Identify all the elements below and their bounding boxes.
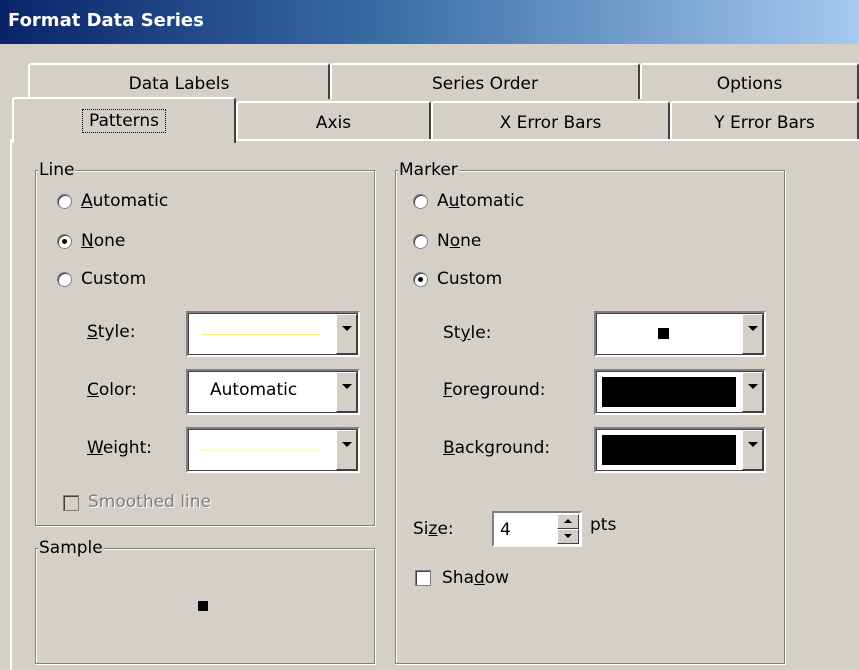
window-title: Format Data Series: [8, 10, 204, 31]
smoothed-line-checkbox[interactable]: [63, 495, 79, 511]
radio-circle: [413, 271, 428, 287]
tab-data-labels[interactable]: Data Labels: [28, 63, 330, 99]
radio-circle: [57, 193, 72, 209]
line-weight-label: Weight:: [87, 438, 152, 458]
size-unit-label: pts: [590, 515, 617, 535]
dropdown-arrow-icon[interactable]: [336, 372, 357, 412]
radio-label: None: [81, 231, 126, 251]
dropdown-arrow-icon[interactable]: [742, 372, 763, 412]
tab-label: Axis: [315, 113, 352, 133]
sample-marker: [198, 601, 208, 611]
marker-style-label: Style:: [443, 323, 492, 343]
background-dropdown[interactable]: [594, 427, 766, 473]
shadow-label: Shadow: [442, 568, 510, 588]
line-color-dropdown[interactable]: Automatic: [186, 369, 360, 415]
dropdown-arrow-icon[interactable]: [742, 430, 763, 470]
line-weight-dropdown[interactable]: [186, 427, 360, 473]
tab-label: Series Order: [432, 74, 538, 94]
line-style-label: Style:: [87, 322, 136, 342]
line-automatic-radio[interactable]: Automatic: [57, 190, 168, 212]
radio-circle: [57, 271, 72, 287]
foreground-dropdown[interactable]: [594, 369, 766, 415]
radio-label: Custom: [437, 269, 503, 289]
line-color-label: Color:: [87, 380, 137, 400]
line-group-legend: Line: [38, 160, 76, 180]
tab-label: X Error Bars: [499, 113, 602, 133]
line-color-value: Automatic: [210, 380, 298, 400]
marker-style-dropdown[interactable]: [594, 311, 766, 357]
radio-circle: [413, 193, 428, 209]
spin-down-icon[interactable]: [557, 529, 579, 544]
radio-label: None: [437, 231, 482, 251]
marker-square-icon: [658, 328, 669, 339]
shadow-checkbox[interactable]: [415, 570, 431, 586]
background-swatch: [602, 435, 736, 465]
line-none-radio[interactable]: None: [57, 230, 125, 252]
dropdown-arrow-icon[interactable]: [336, 314, 357, 354]
radio-circle: [413, 233, 428, 249]
marker-group-legend: Marker: [398, 160, 459, 180]
size-value: 4: [500, 520, 511, 540]
background-label: Background:: [443, 438, 551, 458]
tab-label: Patterns: [81, 109, 167, 133]
marker-automatic-radio[interactable]: Automatic: [413, 190, 524, 212]
tab-label: Data Labels: [128, 74, 230, 94]
size-spinner[interactable]: 4: [492, 511, 582, 547]
radio-circle: [57, 233, 72, 249]
foreground-label: Foreground:: [443, 380, 546, 400]
tab-series-order[interactable]: Series Order: [330, 63, 640, 99]
tab-options[interactable]: Options: [640, 63, 859, 99]
tab-label: Options: [716, 74, 783, 94]
sample-group-legend: Sample: [38, 538, 104, 558]
dropdown-arrow-icon[interactable]: [336, 430, 357, 470]
line-style-preview: [202, 334, 320, 335]
radio-label: Automatic: [437, 191, 525, 211]
radio-label: Automatic: [81, 191, 169, 211]
line-weight-preview: [202, 450, 320, 451]
spin-up-icon[interactable]: [557, 514, 579, 529]
size-label: Size:: [413, 519, 454, 539]
tab-axis[interactable]: Axis: [236, 101, 431, 139]
tab-patterns[interactable]: Patterns: [12, 97, 236, 143]
marker-custom-radio[interactable]: Custom: [413, 268, 502, 290]
tab-y-error-bars[interactable]: Y Error Bars: [670, 101, 859, 139]
marker-none-radio[interactable]: None: [413, 230, 481, 252]
foreground-swatch: [602, 377, 736, 407]
dropdown-arrow-icon[interactable]: [742, 314, 763, 354]
smoothed-line-label: Smoothed line: [88, 492, 211, 512]
line-custom-radio[interactable]: Custom: [57, 268, 146, 290]
radio-label: Custom: [81, 269, 147, 289]
line-style-dropdown[interactable]: [186, 311, 360, 357]
tab-label: Y Error Bars: [714, 113, 815, 133]
tab-x-error-bars[interactable]: X Error Bars: [431, 101, 670, 139]
